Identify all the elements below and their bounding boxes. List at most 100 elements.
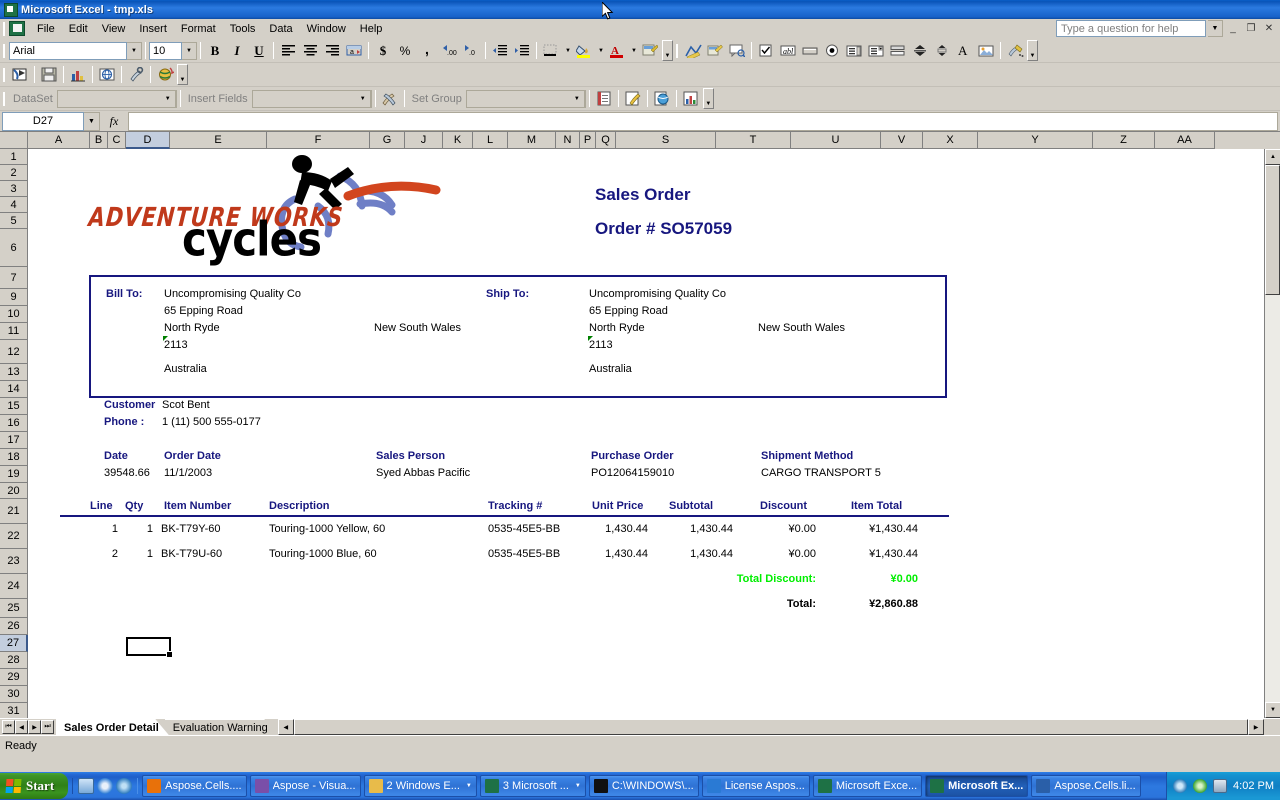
taskbar-item[interactable]: Aspose.Cells.li... bbox=[1031, 775, 1141, 797]
chart-icon[interactable] bbox=[67, 64, 89, 85]
row-header-18[interactable]: 18 bbox=[0, 449, 28, 466]
row-header-2[interactable]: 2 bbox=[0, 165, 28, 181]
insert-fields-combo[interactable]: ▼ bbox=[251, 89, 372, 108]
column-header-e[interactable]: E bbox=[170, 132, 267, 149]
menu-format[interactable]: Format bbox=[174, 21, 223, 37]
dataset-toolbar-grip[interactable] bbox=[3, 91, 6, 106]
column-header-l[interactable]: L bbox=[473, 132, 508, 149]
name-box[interactable]: D27 bbox=[2, 111, 84, 131]
taskbar-item[interactable]: 3 Microsoft ... ▼ bbox=[479, 775, 586, 797]
menu-insert[interactable]: Insert bbox=[132, 21, 174, 37]
font-color-dropdown-icon[interactable]: ▼ bbox=[628, 40, 639, 61]
save-icon[interactable] bbox=[38, 64, 60, 85]
column-header-y[interactable]: Y bbox=[978, 132, 1093, 149]
row-header-3[interactable]: 3 bbox=[0, 181, 28, 197]
increase-indent-icon[interactable] bbox=[511, 40, 533, 61]
font-color-icon[interactable]: A bbox=[606, 40, 628, 61]
column-header-v[interactable]: V bbox=[881, 132, 923, 149]
chevron-down-icon[interactable]: ▼ bbox=[464, 783, 472, 789]
nav-first-sheet-icon[interactable]: ⏮ bbox=[2, 720, 15, 734]
horizontal-scrollbar[interactable]: ◀ ▶ bbox=[277, 719, 1280, 735]
row-header-10[interactable]: 10 bbox=[0, 306, 28, 323]
format-object-icon[interactable] bbox=[704, 40, 726, 61]
row-header-29[interactable]: 29 bbox=[0, 669, 28, 686]
row-header-30[interactable]: 30 bbox=[0, 686, 28, 703]
row-header-7[interactable]: 7 bbox=[0, 267, 28, 289]
scroll-left-icon[interactable]: ◀ bbox=[277, 719, 294, 735]
help-search-input[interactable]: Type a question for help bbox=[1056, 20, 1206, 37]
horizontal-scroll-thumb[interactable] bbox=[293, 719, 1248, 735]
toolbar-grip-2[interactable] bbox=[676, 43, 679, 58]
toggle-grid-icon[interactable] bbox=[887, 40, 909, 61]
show-desktop-icon[interactable] bbox=[78, 778, 95, 794]
insert-fields-combo-arrow-icon[interactable]: ▼ bbox=[355, 89, 371, 108]
align-center-icon[interactable] bbox=[299, 40, 321, 61]
row-header-16[interactable]: 16 bbox=[0, 415, 28, 432]
column-header-j[interactable]: J bbox=[405, 132, 443, 149]
row-header-31[interactable]: 31 bbox=[0, 703, 28, 718]
row-header-11[interactable]: 11 bbox=[0, 323, 28, 340]
minimize-button[interactable]: _ bbox=[1225, 21, 1241, 36]
media-player-icon[interactable] bbox=[116, 778, 133, 794]
selected-cell-d27[interactable] bbox=[126, 637, 173, 658]
image-control-icon[interactable] bbox=[975, 40, 997, 61]
insert-comment-icon[interactable] bbox=[726, 40, 748, 61]
row-header-28[interactable]: 28 bbox=[0, 652, 28, 669]
font-size-dropdown-icon[interactable]: ▼ bbox=[182, 41, 197, 60]
menu-help[interactable]: Help bbox=[353, 21, 390, 37]
chart-report-icon[interactable] bbox=[680, 88, 702, 109]
row-header-9[interactable]: 9 bbox=[0, 289, 28, 306]
decrease-indent-icon[interactable] bbox=[489, 40, 511, 61]
scroll-up-icon[interactable]: ▲ bbox=[1265, 149, 1280, 165]
row-header-20[interactable]: 20 bbox=[0, 483, 28, 499]
font-name-input[interactable]: Arial bbox=[9, 41, 127, 60]
row-header-5[interactable]: 5 bbox=[0, 213, 28, 229]
chevron-down-icon[interactable]: ▼ bbox=[573, 783, 581, 789]
menu-data[interactable]: Data bbox=[262, 21, 299, 37]
row-header-19[interactable]: 19 bbox=[0, 466, 28, 483]
row-header-6[interactable]: 6 bbox=[0, 229, 28, 267]
row-header-4[interactable]: 4 bbox=[0, 197, 28, 213]
control-properties-icon[interactable] bbox=[1004, 40, 1026, 61]
dataset-combo[interactable]: ▼ bbox=[56, 89, 177, 108]
column-header-f[interactable]: F bbox=[267, 132, 370, 149]
increase-decimal-icon[interactable]: .00 bbox=[438, 40, 460, 61]
sheet-canvas[interactable]: ADVENTURE WORKS cycles Sales Order Order… bbox=[28, 149, 1280, 718]
option-button-control-icon[interactable] bbox=[821, 40, 843, 61]
row-header-1[interactable]: 1 bbox=[0, 149, 28, 165]
row-header-27[interactable]: 27 bbox=[0, 635, 28, 652]
bold-button[interactable]: B bbox=[204, 40, 226, 61]
column-header-aa[interactable]: AA bbox=[1155, 132, 1215, 149]
properties-icon[interactable] bbox=[639, 40, 661, 61]
taskbar-item[interactable]: 2 Windows E... ▼ bbox=[363, 775, 477, 797]
row-header-21[interactable]: 21 bbox=[0, 499, 28, 524]
toolbar-overflow-button-2[interactable]: ▼ bbox=[1027, 40, 1038, 61]
dataset-combo-arrow-icon[interactable]: ▼ bbox=[160, 89, 176, 108]
comma-button[interactable]: , bbox=[416, 40, 438, 61]
vertical-scroll-track[interactable] bbox=[1265, 295, 1280, 702]
column-header-k[interactable]: K bbox=[443, 132, 473, 149]
scroll-right-icon[interactable]: ▶ bbox=[1248, 719, 1264, 735]
scroll-down-icon[interactable]: ▼ bbox=[1265, 702, 1280, 718]
fill-color-dropdown-icon[interactable]: ▼ bbox=[595, 40, 606, 61]
row-header-14[interactable]: 14 bbox=[0, 381, 28, 398]
page-pen-icon[interactable] bbox=[622, 88, 644, 109]
textbox-control-icon[interactable]: abl bbox=[777, 40, 799, 61]
row-header-22[interactable]: 22 bbox=[0, 524, 28, 549]
settings-wrench-icon[interactable] bbox=[125, 64, 147, 85]
underline-button[interactable]: U bbox=[248, 40, 270, 61]
network-icon[interactable] bbox=[1173, 779, 1188, 793]
printer-icon[interactable] bbox=[1213, 779, 1228, 793]
taskbar-item[interactable]: Microsoft Exce... bbox=[812, 775, 923, 797]
chart-wizard-icon[interactable] bbox=[682, 40, 704, 61]
nav-next-sheet-icon[interactable]: ▶ bbox=[28, 720, 41, 734]
label-control-icon[interactable]: A bbox=[953, 40, 975, 61]
column-header-c[interactable]: C bbox=[108, 132, 126, 149]
currency-button[interactable]: $ bbox=[372, 40, 394, 61]
column-header-q[interactable]: Q bbox=[596, 132, 616, 149]
column-header-b[interactable]: B bbox=[90, 132, 108, 149]
clock[interactable]: 4:02 PM bbox=[1233, 780, 1274, 792]
column-header-t[interactable]: T bbox=[716, 132, 791, 149]
taskbar-item[interactable]: License Aspos... bbox=[701, 775, 810, 797]
spinner-control-icon[interactable] bbox=[909, 40, 931, 61]
